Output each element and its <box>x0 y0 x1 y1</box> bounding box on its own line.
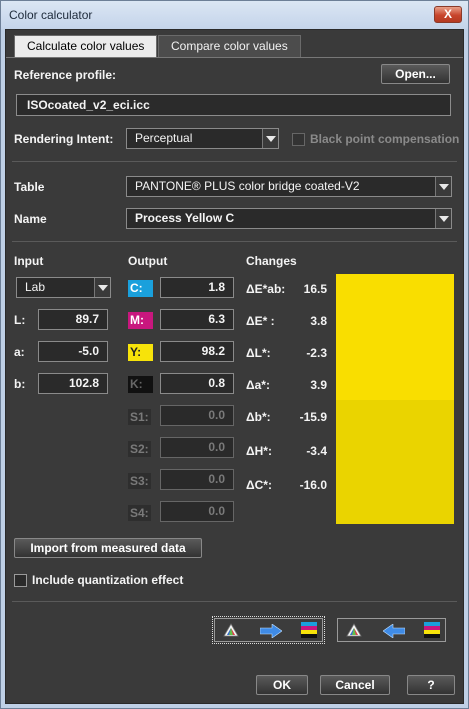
output-k-field[interactable]: 0.8 <box>160 373 234 394</box>
delta-e-ab-value: 16.5 <box>303 282 327 296</box>
window-title: Color calculator <box>9 8 93 22</box>
tab-divider <box>6 57 463 58</box>
input-a-label: a: <box>14 345 25 359</box>
delta-h-value: -3.4 <box>306 444 327 458</box>
table-select[interactable]: PANTONE® PLUS color bridge coated-V2 <box>126 176 452 197</box>
tab-compare-color-values[interactable]: Compare color values <box>158 35 301 57</box>
title-bar: Color calculator X <box>1 1 468 29</box>
output-s4-field[interactable]: 0.0 <box>160 501 234 522</box>
channel-y-label: Y: <box>128 344 153 361</box>
output-c-field[interactable]: 1.8 <box>160 277 234 298</box>
delta-a-label: Δa*: <box>246 378 270 392</box>
table-value: PANTONE® PLUS color bridge coated-V2 <box>135 179 360 193</box>
input-mode-select[interactable]: Lab <box>16 277 111 298</box>
input-b-field[interactable]: 102.8 <box>38 373 108 394</box>
lab-to-cmyk-button[interactable] <box>212 616 325 644</box>
delta-c-label: ΔC*: <box>246 478 272 492</box>
delta-h-label: ΔH*: <box>246 444 272 458</box>
lab-prism-icon <box>346 623 362 637</box>
result-color-swatch <box>336 400 454 524</box>
rendering-intent-value: Perceptual <box>135 131 193 145</box>
black-point-compensation-checkbox[interactable] <box>292 133 305 146</box>
delta-b-label: Δb*: <box>246 410 271 424</box>
chevron-down-icon <box>262 129 278 148</box>
input-header: Input <box>14 254 44 268</box>
delta-l-value: -2.3 <box>306 346 327 360</box>
quantization-checkbox[interactable] <box>14 574 27 587</box>
cmyk-icon <box>301 622 317 638</box>
output-s1-field[interactable]: 0.0 <box>160 405 234 426</box>
reference-profile-field[interactable]: ISOcoated_v2_eci.icc <box>16 94 451 116</box>
channel-s3-label: S3: <box>128 473 151 489</box>
delta-l-label: ΔL*: <box>246 346 271 360</box>
rendering-intent-label: Rendering Intent: <box>14 132 114 146</box>
delta-c-value: -16.0 <box>299 478 327 492</box>
delta-b-value: -15.9 <box>299 410 327 424</box>
channel-k-label: K: <box>128 376 153 393</box>
chevron-down-icon <box>94 278 110 297</box>
separator <box>12 161 457 162</box>
chevron-down-icon <box>435 177 451 196</box>
output-y-field[interactable]: 98.2 <box>160 341 234 362</box>
delta-e-label: ΔE* : <box>246 314 275 328</box>
output-s2-field[interactable]: 0.0 <box>160 437 234 458</box>
cmyk-to-lab-button[interactable] <box>337 618 446 642</box>
channel-c-label: C: <box>128 280 153 297</box>
dialog-body: Calculate color values Compare color val… <box>5 29 464 704</box>
name-label: Name <box>14 212 47 226</box>
channel-m-label: M: <box>128 312 153 329</box>
name-value: Process Yellow C <box>135 211 235 225</box>
table-label: Table <box>14 180 45 194</box>
cancel-button[interactable]: Cancel <box>320 675 390 695</box>
channel-s4-label: S4: <box>128 505 151 521</box>
separator <box>12 241 457 242</box>
help-button[interactable]: ? <box>407 675 455 695</box>
arrow-right-icon <box>260 624 282 638</box>
output-m-field[interactable]: 6.3 <box>160 309 234 330</box>
delta-e-value: 3.8 <box>310 314 327 328</box>
quantization-label: Include quantization effect <box>32 573 184 587</box>
import-measured-data-button[interactable]: Import from measured data <box>14 538 202 558</box>
output-s3-field[interactable]: 0.0 <box>160 469 234 490</box>
input-l-label: L: <box>14 313 26 327</box>
reference-color-swatch <box>336 274 454 400</box>
input-b-label: b: <box>14 377 26 391</box>
arrow-left-icon <box>383 624 405 638</box>
open-profile-button[interactable]: Open... <box>381 64 450 84</box>
channel-s2-label: S2: <box>128 441 151 457</box>
separator <box>12 601 457 602</box>
lab-prism-icon <box>223 623 239 637</box>
input-a-field[interactable]: -5.0 <box>38 341 108 362</box>
channel-s1-label: S1: <box>128 409 151 425</box>
output-header: Output <box>128 254 168 268</box>
name-select[interactable]: Process Yellow C <box>126 208 452 229</box>
ok-button[interactable]: OK <box>256 675 308 695</box>
input-mode-value: Lab <box>25 280 46 294</box>
changes-header: Changes <box>246 254 297 268</box>
delta-e-ab-label: ΔE*ab: <box>246 282 286 296</box>
color-calculator-window: Color calculator X Calculate color value… <box>0 0 469 709</box>
delta-a-value: 3.9 <box>310 378 327 392</box>
input-l-field[interactable]: 89.7 <box>38 309 108 330</box>
tab-calculate-color-values[interactable]: Calculate color values <box>14 35 158 57</box>
cmyk-icon <box>424 622 440 638</box>
close-button[interactable]: X <box>434 6 462 23</box>
chevron-down-icon <box>435 209 451 228</box>
black-point-compensation-label: Black point compensation <box>310 132 460 146</box>
rendering-intent-select[interactable]: Perceptual <box>126 128 279 149</box>
reference-profile-label: Reference profile: <box>14 68 117 82</box>
